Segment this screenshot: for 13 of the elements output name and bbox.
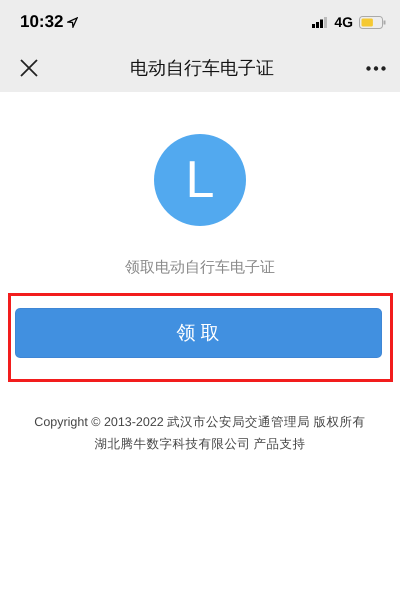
close-icon[interactable] [20, 59, 38, 77]
battery-icon [359, 16, 386, 28]
clock-time: 10:32 [20, 12, 64, 32]
avatar: L [154, 134, 246, 226]
caption-text: 领取电动自行车电子证 [125, 258, 275, 277]
signal-icon [312, 16, 328, 28]
more-icon[interactable] [366, 66, 386, 70]
footer-text: Copyright © 2013-2022 武汉市公安局交通管理局 版权所有 [34, 414, 366, 431]
network-type: 4G [334, 14, 353, 30]
location-arrow-icon [67, 16, 78, 28]
claim-button[interactable]: 领 取 [14, 308, 382, 358]
footer-text: 湖北腾牛数字科技有限公司 产品支持 [94, 436, 306, 453]
page-title: 电动自行车电子证 [129, 57, 275, 80]
